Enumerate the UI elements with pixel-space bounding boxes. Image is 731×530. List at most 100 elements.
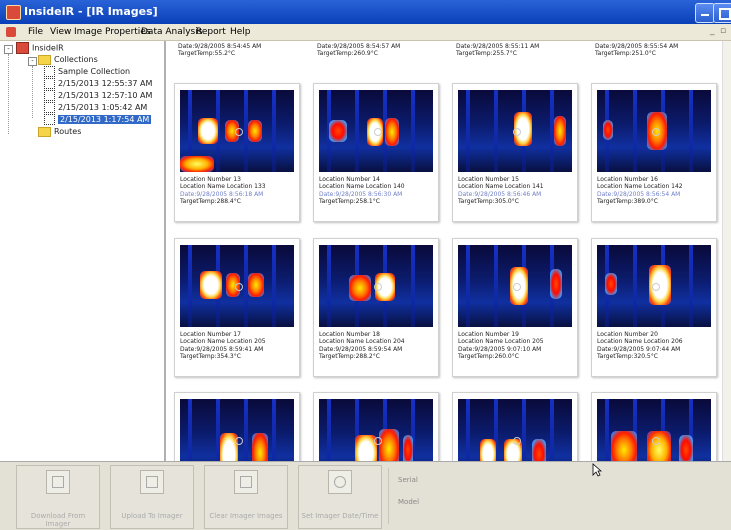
thermal-image-card[interactable]: Location Number 16 Location Name Location… [591, 83, 717, 222]
maximize-button[interactable] [713, 3, 731, 23]
menu-data-analysis[interactable]: Data Analysis [141, 27, 202, 37]
caption-line: Date:9/28/2005 8:56:46 AM [458, 190, 542, 198]
tree-item-label: 2/15/2013 12:57:10 AM [58, 91, 153, 100]
crosshair-icon [374, 128, 382, 136]
caption-line: Location Name Location 142 [597, 183, 683, 191]
thermal-image-thumbnail[interactable] [180, 90, 294, 172]
download-from-imager-button[interactable]: Download From Imager [16, 465, 100, 529]
thermal-background-streak [522, 399, 526, 461]
collection-icon [44, 66, 55, 77]
thermal-image-thumbnail[interactable] [180, 245, 294, 327]
top-caption: Date:9/28/2005 8:54:45 AM TargetTemp:55.2… [178, 43, 262, 58]
caption-line: Date:9/28/2005 9:07:44 AM [597, 345, 681, 353]
crosshair-icon [374, 437, 382, 445]
folder-icon [38, 54, 51, 65]
thermal-image-thumbnail[interactable] [180, 399, 294, 461]
menu-bar: File View Image Properties Data Analysis… [0, 24, 731, 41]
thermal-hotspot [532, 439, 546, 461]
crosshair-icon [235, 128, 243, 136]
thermal-background-streak [327, 245, 331, 327]
thermal-hotspot [252, 433, 268, 461]
thermal-background-streak [494, 90, 498, 172]
thermal-image-thumbnail[interactable] [597, 399, 711, 461]
thermal-image-thumbnail[interactable] [458, 245, 572, 327]
thermal-hotspot [480, 439, 496, 461]
thermal-hotspot [329, 120, 347, 142]
tree-item-collection[interactable]: 2/15/2013 1:05:42 AM [44, 102, 147, 114]
thermal-image-thumbnail[interactable] [319, 90, 433, 172]
minimize-button[interactable] [695, 3, 715, 23]
mdi-restore-icon[interactable]: ▫ [720, 26, 726, 36]
caption-line: Location Name Location 133 [180, 183, 266, 191]
caption-line: TargetTemp:258.1°C [319, 198, 380, 206]
tree-collapse-icon[interactable]: - [28, 57, 37, 66]
tree-routes[interactable]: Routes [38, 126, 81, 138]
menu-view[interactable]: View [50, 27, 71, 37]
thermal-background-streak [411, 90, 415, 172]
thermal-image-card[interactable]: Location Number 15 Location Name Location… [452, 83, 578, 222]
tree-item-collection-selected[interactable]: 2/15/2013 1:17:54 AM [44, 114, 152, 126]
thermal-hotspot [349, 275, 371, 301]
caption-line: Date:9/28/2005 8:59:41 AM [180, 345, 264, 353]
upload-icon [140, 470, 164, 494]
clock-icon [328, 470, 352, 494]
menu-report[interactable]: Report [196, 27, 226, 37]
caption-line: Location Name Location 204 [319, 338, 405, 346]
vertical-scrollbar[interactable] [722, 41, 731, 461]
thermal-image-card[interactable]: Location Number 20 Location Name Location… [591, 238, 717, 377]
caption-line: TargetTemp:320.5°C [597, 353, 658, 361]
thermal-image-thumbnail[interactable] [458, 399, 572, 461]
caption-line: TargetTemp:288.2°C [319, 353, 380, 361]
crosshair-icon [235, 283, 243, 291]
thermal-image-card[interactable]: Location Number 17 Location Name Location… [174, 238, 300, 377]
imager-toolbar: Download From Imager Upload To Imager Cl… [0, 461, 731, 530]
menu-help[interactable]: Help [230, 27, 251, 37]
thermal-image-card[interactable] [313, 392, 439, 461]
toolbar-divider [388, 468, 389, 524]
database-icon [16, 42, 29, 54]
thermal-image-card[interactable]: Location Number 19 Location Name Location… [452, 238, 578, 377]
tree-collections[interactable]: Collections [38, 54, 98, 66]
menu-image-properties[interactable]: Image Properties [74, 27, 151, 37]
menu-file[interactable]: File [28, 27, 43, 37]
tree-collapse-icon[interactable]: - [4, 45, 13, 54]
thermal-image-thumbnail[interactable] [319, 245, 433, 327]
thermal-hotspot [611, 431, 637, 461]
caption-line: Location Number 16 [597, 176, 658, 183]
caption-line: TargetTemp:389.0°C [597, 198, 658, 206]
tree-item-label: 2/15/2013 12:55:37 AM [58, 79, 153, 88]
thermal-image-card[interactable] [174, 392, 300, 461]
thermal-image-card[interactable]: Location Number 14 Location Name Location… [313, 83, 439, 222]
collection-icon [44, 78, 55, 89]
caption-line: Location Name Location 141 [458, 183, 544, 191]
thermal-background-streak [605, 399, 609, 461]
clear-label: Clear Imager Images [209, 512, 283, 520]
mdi-minimize-icon[interactable]: _ [710, 26, 715, 36]
top-caption: Date:9/28/2005 8:55:11 AM TargetTemp:255.… [456, 43, 540, 58]
thermal-image-card[interactable] [452, 392, 578, 461]
tree-item-sample-collection[interactable]: Sample Collection [44, 66, 130, 78]
document-icon[interactable] [6, 27, 16, 37]
image-caption: Location Number 20 Location Name Location… [597, 331, 715, 361]
set-imager-date-time-button[interactable]: Set Imager Date/Time [298, 465, 382, 529]
top-caption: Date:9/28/2005 8:55:54 AM TargetTemp:251.… [595, 43, 679, 58]
tree-collections-label: Collections [54, 55, 98, 64]
thermal-image-thumbnail[interactable] [597, 90, 711, 172]
thermal-image-thumbnail[interactable] [458, 90, 572, 172]
thermal-background-streak [466, 399, 470, 461]
tree-root[interactable]: InsideIR [16, 42, 64, 54]
clear-imager-images-button[interactable]: Clear Imager Images [204, 465, 288, 529]
thermal-hotspot [200, 271, 222, 299]
image-caption: Location Number 18 Location Name Location… [319, 331, 437, 361]
crosshair-icon [235, 437, 243, 445]
caption-line: TargetTemp:260.0°C [458, 353, 519, 361]
thermal-image-card[interactable] [591, 392, 717, 461]
thermal-image-card[interactable]: Location Number 13 Location Name Location… [174, 83, 300, 222]
thermal-image-thumbnail[interactable] [597, 245, 711, 327]
upload-to-imager-button[interactable]: Upload To Imager [110, 465, 194, 529]
thermal-image-thumbnail[interactable] [319, 399, 433, 461]
tree-item-collection[interactable]: 2/15/2013 12:55:37 AM [44, 78, 152, 90]
thermal-image-card[interactable]: Location Number 18 Location Name Location… [313, 238, 439, 377]
tree-item-collection[interactable]: 2/15/2013 12:57:10 AM [44, 90, 152, 102]
caption-line: Location Number 18 [319, 331, 380, 338]
